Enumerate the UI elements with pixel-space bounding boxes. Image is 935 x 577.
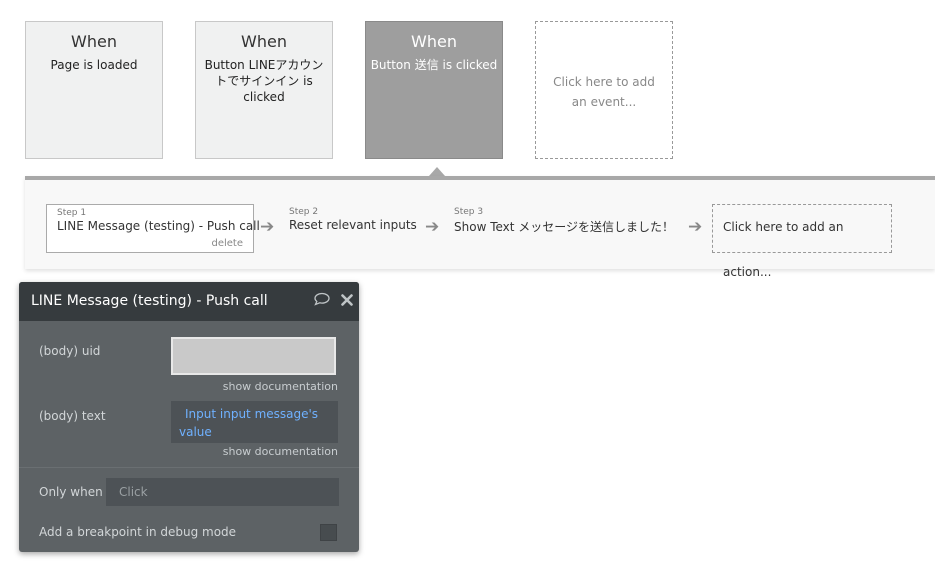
- panel-header: LINE Message (testing) - Push call: [19, 282, 359, 321]
- dynamic-expression[interactable]: Input input message's value: [179, 407, 318, 439]
- action-properties-panel: LINE Message (testing) - Push call (body…: [19, 282, 359, 552]
- arrow-right-icon: ➔: [425, 217, 440, 237]
- uid-input[interactable]: [171, 337, 336, 375]
- uid-field-label: (body) uid: [39, 344, 101, 358]
- event-page-loaded[interactable]: When Page is loaded: [25, 21, 163, 159]
- arrow-right-icon: ➔: [688, 217, 703, 237]
- step-3[interactable]: Step 3 Show Text メッセージを送信しました！: [454, 204, 674, 238]
- step-number: Step 1: [57, 208, 87, 218]
- workflow-steps-bar: Step 1 LINE Message (testing) - Push cal…: [25, 176, 935, 279]
- event-when-label: When: [71, 32, 117, 51]
- panel-divider: [19, 467, 359, 468]
- step-2[interactable]: Step 2 Reset relevant inputs: [289, 204, 417, 235]
- comment-icon[interactable]: [313, 282, 331, 321]
- text-input[interactable]: Input input message's value: [171, 401, 338, 443]
- step-number: Step 3: [454, 207, 484, 217]
- add-action-button[interactable]: Click here to add an action...: [712, 204, 892, 279]
- step-title: LINE Message (testing) - Push call: [57, 219, 260, 233]
- close-icon[interactable]: [341, 282, 353, 321]
- event-line-signin-clicked[interactable]: When Button LINEアカウントでサインイン is clicked: [195, 21, 333, 159]
- breakpoint-checkbox[interactable]: [320, 524, 337, 541]
- only-when-label: Only when: [39, 485, 103, 499]
- show-documentation-link[interactable]: show documentation: [223, 380, 338, 393]
- show-documentation-link[interactable]: show documentation: [223, 445, 338, 458]
- event-when-label: When: [411, 32, 457, 51]
- step-title: Reset relevant inputs: [289, 218, 417, 232]
- selected-event-pointer: [429, 167, 445, 176]
- step-number: Step 2: [289, 207, 319, 217]
- add-event-button[interactable]: Click here to add an event...: [535, 21, 673, 159]
- step-1[interactable]: Step 1 LINE Message (testing) - Push cal…: [46, 204, 260, 253]
- breakpoint-label: Add a breakpoint in debug mode: [39, 525, 237, 539]
- only-when-input[interactable]: Click: [106, 478, 339, 506]
- delete-step-link[interactable]: delete: [211, 238, 243, 249]
- text-field-label: (body) text: [39, 409, 106, 423]
- event-send-clicked[interactable]: When Button 送信 is clicked: [365, 21, 503, 159]
- add-event-label: Click here to add an event...: [553, 75, 655, 109]
- step-title: Show Text メッセージを送信しました！: [454, 220, 675, 234]
- event-description: Button LINEアカウントでサインイン is clicked: [204, 58, 324, 104]
- event-description: Button 送信 is clicked: [370, 58, 498, 72]
- panel-title: LINE Message (testing) - Push call: [31, 293, 268, 309]
- arrow-right-icon: ➔: [260, 217, 275, 237]
- event-description: Page is loaded: [50, 58, 138, 72]
- event-when-label: When: [241, 32, 287, 51]
